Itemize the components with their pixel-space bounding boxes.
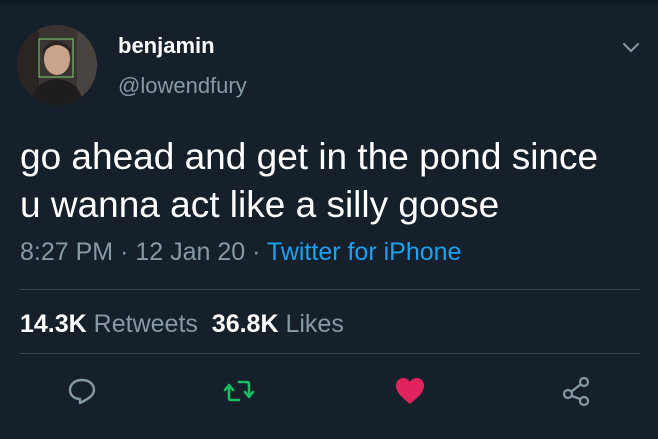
divider — [20, 289, 640, 290]
chevron-down-icon[interactable] — [620, 36, 642, 58]
likes-count: 36.8K — [211, 310, 279, 338]
tweet-text-line: u wanna act like a silly goose — [20, 184, 500, 225]
avatar[interactable] — [17, 25, 97, 105]
retweet-button[interactable] — [222, 374, 256, 408]
like-button[interactable] — [393, 374, 427, 408]
share-icon — [562, 376, 590, 407]
likes-label: Likes — [285, 310, 344, 338]
tweet-time[interactable]: 8:27 PM — [20, 238, 113, 266]
avatar-photo — [17, 25, 97, 105]
retweet-icon — [223, 380, 255, 402]
tweet-stats: 14.3K Retweets 36.8K Likes — [20, 310, 344, 339]
user-handle[interactable]: @lowendfury — [118, 73, 247, 99]
heart-icon — [396, 378, 424, 404]
tweet-source-link[interactable]: Twitter for iPhone — [267, 238, 462, 266]
retweets-stat[interactable]: 14.3K Retweets — [20, 310, 198, 338]
meta-separator: · — [245, 238, 267, 266]
tweet-text: go ahead and get in the pond since u wan… — [20, 133, 650, 229]
retweets-count: 14.3K — [20, 310, 87, 338]
reply-icon — [68, 378, 96, 405]
top-edge — [0, 0, 658, 8]
tweet-meta: 8:27 PM · 12 Jan 20 · Twitter for iPhone — [20, 238, 461, 267]
likes-stat[interactable]: 36.8K Likes — [212, 310, 344, 338]
retweets-label: Retweets — [93, 310, 198, 338]
divider — [20, 353, 640, 354]
user-display-name[interactable]: benjamin — [118, 33, 215, 59]
meta-separator: · — [113, 238, 136, 266]
tweet-text-line: go ahead and get in the pond since — [20, 136, 599, 177]
share-button[interactable] — [560, 374, 594, 408]
reply-button[interactable] — [65, 374, 99, 408]
tweet-date[interactable]: 12 Jan 20 — [135, 238, 245, 266]
